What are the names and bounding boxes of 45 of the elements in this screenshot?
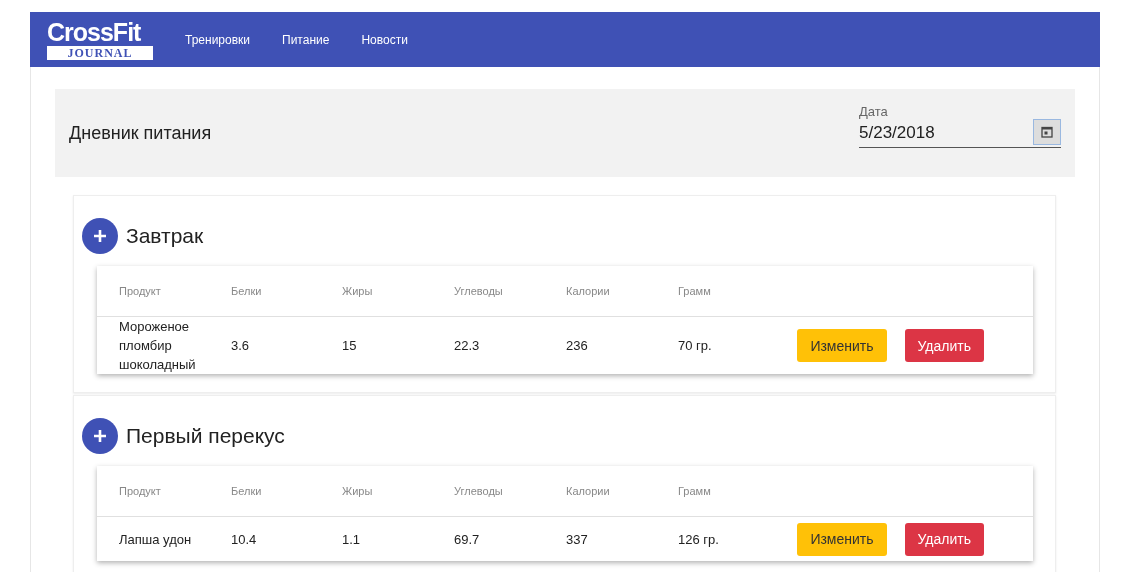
table-cell-text: 337	[566, 530, 589, 549]
table-cell-text: Лапша удон	[119, 530, 193, 549]
table-cell-text: 69.7	[454, 530, 481, 549]
add-button[interactable]	[82, 418, 118, 454]
diary-title: Дневник питания	[69, 122, 212, 144]
nav-link[interactable]: Новости	[361, 32, 408, 47]
column-header: Жиры	[342, 485, 374, 497]
delete-button[interactable]: Удалить	[904, 522, 984, 556]
table-cell-text: 70 гр.	[678, 337, 713, 355]
table-cell-text: 3.6	[231, 337, 251, 355]
column-header: Грамм	[678, 485, 712, 497]
delete-button[interactable]: Удалить	[904, 329, 984, 362]
column-header: Белки	[231, 485, 263, 497]
column-header: Белки	[231, 285, 263, 297]
meal-title: Завтрак	[126, 224, 204, 248]
date-field[interactable]: Дата 5/23/2018	[859, 104, 1061, 148]
plus-icon	[93, 229, 107, 243]
date-value: 5/23/2018	[859, 123, 935, 143]
column-header: Углеводы	[454, 285, 504, 297]
column-header: Калории	[566, 285, 611, 297]
table-cell-text: 126 гр.	[678, 530, 720, 549]
table-cell-text: 22.3	[454, 337, 481, 355]
plus-icon	[93, 429, 107, 443]
column-header: Жиры	[342, 285, 374, 297]
edit-button[interactable]: Изменить	[797, 522, 887, 556]
table-cell-text: 15	[342, 337, 358, 355]
calendar-icon	[1041, 126, 1053, 138]
column-header: Калории	[566, 485, 611, 497]
column-header: Продукт	[119, 285, 162, 297]
table-cell-text: 236	[566, 337, 589, 355]
date-label: Дата	[859, 104, 889, 119]
table-cell-text: 10.4	[231, 530, 258, 549]
column-header: Продукт	[119, 485, 162, 497]
column-header: Грамм	[678, 285, 712, 297]
meal-title: Первый перекус	[126, 424, 285, 448]
nav-link[interactable]: Тренировки	[185, 32, 250, 47]
edit-button[interactable]: Изменить	[797, 329, 887, 362]
nav-link[interactable]: Питание	[282, 32, 330, 47]
column-header: Углеводы	[454, 485, 504, 497]
logo-title[interactable]: CrossFit	[47, 19, 141, 46]
table-cell-text: 1.1	[342, 530, 362, 549]
table-cell-text: Мороженое пломбир шоколадный	[119, 318, 197, 374]
calendar-button[interactable]	[1033, 119, 1061, 145]
logo-subtitle[interactable]: JOURNAL	[47, 46, 153, 60]
add-button[interactable]	[82, 218, 118, 254]
